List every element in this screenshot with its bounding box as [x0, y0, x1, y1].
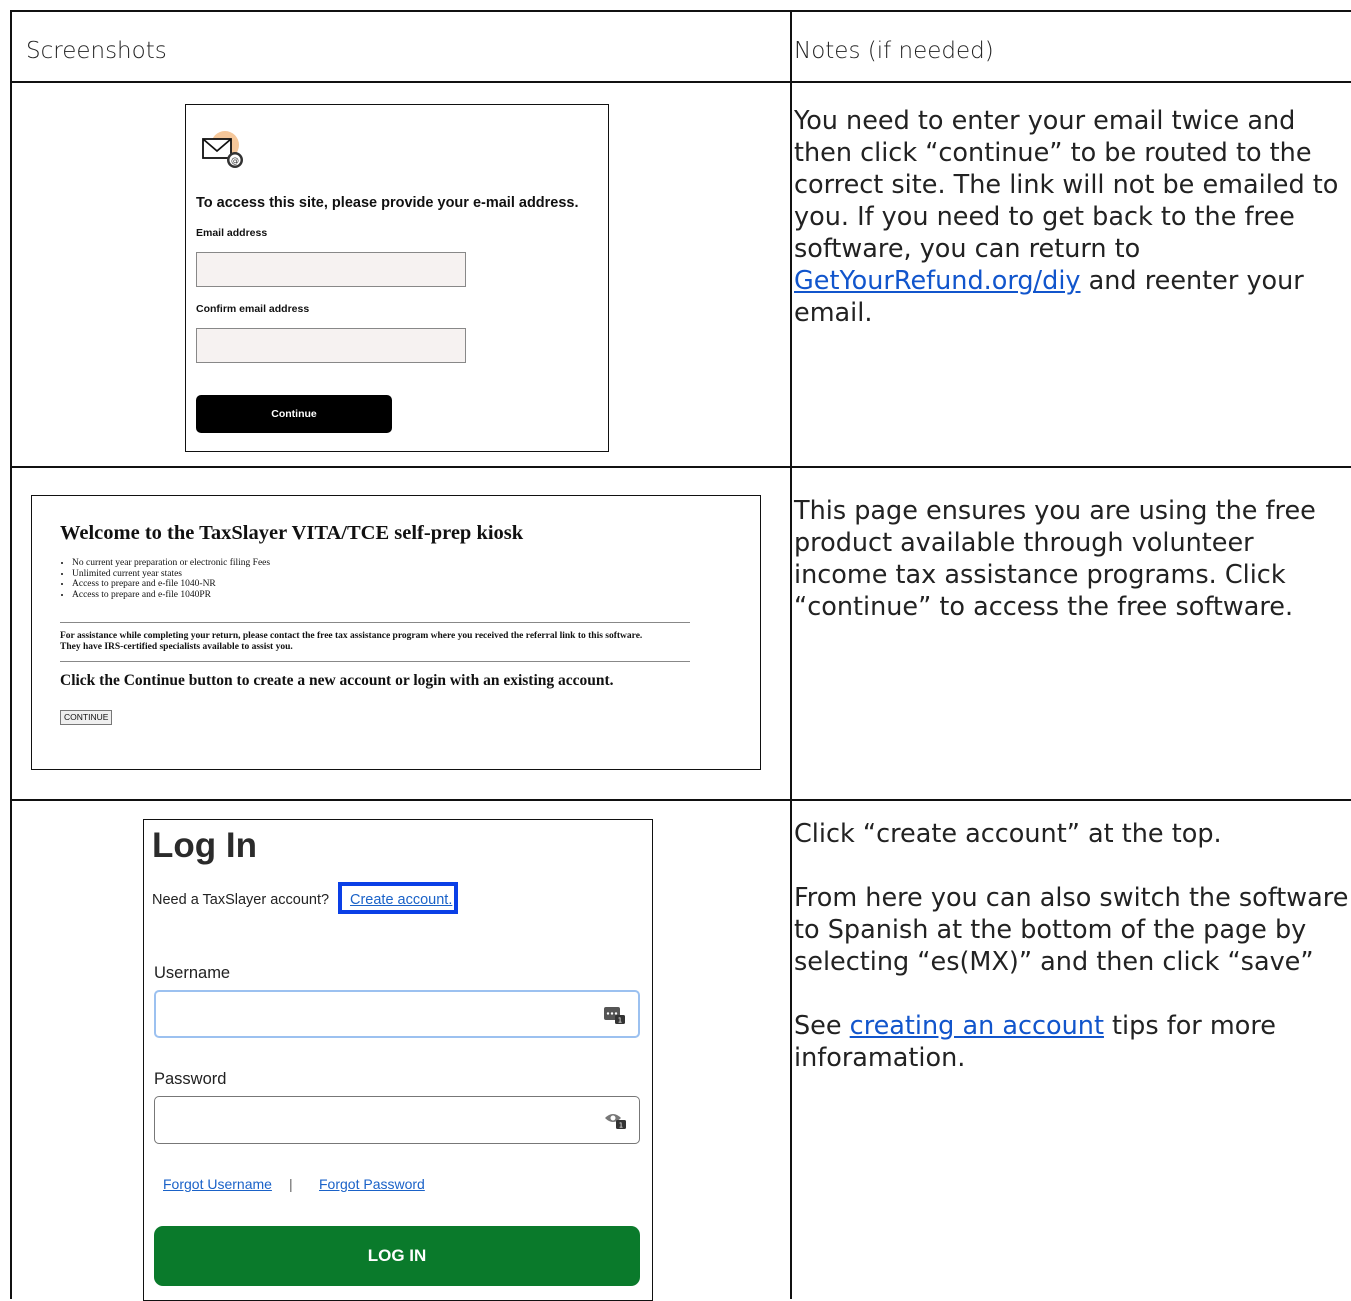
- email-label: Email address: [196, 227, 268, 239]
- divider: [60, 661, 690, 662]
- header-notes: Notes (if needed): [794, 38, 994, 64]
- list-item: No current year preparation or electroni…: [72, 558, 270, 569]
- list-item: Unlimited current year states: [72, 569, 270, 580]
- getyourrefund-link[interactable]: GetYourRefund.org/diy: [794, 266, 1081, 296]
- svg-text:1: 1: [619, 1122, 623, 1130]
- email-screenshot: @ To access this site, please provide yo…: [185, 104, 609, 452]
- divider: [60, 622, 690, 623]
- note-email: You need to enter your email twice and t…: [794, 105, 1351, 329]
- kiosk-screenshot: Welcome to the TaxSlayer VITA/TCE self-p…: [31, 495, 761, 770]
- email-field[interactable]: [196, 252, 466, 287]
- continue-button[interactable]: Continue: [196, 395, 392, 433]
- confirm-email-label: Confirm email address: [196, 303, 310, 315]
- row-divider: [12, 466, 1351, 468]
- confirm-email-field[interactable]: [196, 328, 466, 363]
- creating-account-link[interactable]: creating an account: [850, 1011, 1104, 1041]
- note-text: From here you can also switch the softwa…: [794, 883, 1349, 977]
- password-manager-icon[interactable]: 1: [604, 1005, 626, 1025]
- forgot-password-link[interactable]: Forgot Password: [319, 1176, 425, 1192]
- assistance-line: For assistance while completing your ret…: [60, 631, 643, 641]
- note-kiosk: This page ensures you are using the free…: [794, 496, 1316, 622]
- password-manager-icon[interactable]: 1: [605, 1110, 627, 1130]
- note-text: Click “create account” at the top.: [794, 819, 1222, 849]
- login-screenshot: Log In Need a TaxSlayer account? Create …: [143, 819, 653, 1301]
- kiosk-continue-button[interactable]: CONTINUE: [60, 710, 113, 725]
- forgot-username-link[interactable]: Forgot Username: [163, 1176, 272, 1192]
- assistance-text: For assistance while completing your ret…: [60, 631, 710, 653]
- password-input[interactable]: 1: [154, 1096, 640, 1144]
- need-account-text: Need a TaxSlayer account?: [152, 892, 330, 908]
- assistance-line: They have IRS-certified specialists avai…: [60, 642, 293, 652]
- header-screenshots: Screenshots: [26, 38, 167, 64]
- note-text: You need to enter your email twice and t…: [794, 106, 1339, 264]
- note-login: Click “create account” at the top. From …: [794, 818, 1351, 1074]
- list-item: Access to prepare and e-file 1040PR: [72, 590, 270, 601]
- note-text: See: [794, 1011, 850, 1041]
- kiosk-instruction: Click the Continue button to create a ne…: [60, 672, 614, 689]
- kiosk-feature-list: No current year preparation or electroni…: [60, 558, 270, 600]
- svg-text:1: 1: [618, 1017, 622, 1025]
- link-separator: |: [289, 1176, 293, 1192]
- login-title: Log In: [152, 826, 257, 865]
- email-prompt: To access this site, please provide your…: [196, 195, 579, 211]
- username-label: Username: [154, 964, 231, 982]
- svg-text:@: @: [231, 156, 239, 165]
- row-divider: [12, 81, 1351, 83]
- list-item: Access to prepare and e-file 1040-NR: [72, 579, 270, 590]
- kiosk-title: Welcome to the TaxSlayer VITA/TCE self-p…: [60, 522, 524, 544]
- envelope-at-icon: @: [200, 131, 248, 171]
- username-input[interactable]: 1: [154, 990, 640, 1038]
- row-divider: [12, 799, 1351, 801]
- login-button[interactable]: LOG IN: [154, 1226, 640, 1286]
- create-account-link[interactable]: Create account.: [350, 892, 452, 908]
- document-table: Screenshots Notes (if needed) @ To acces…: [10, 10, 1351, 1301]
- column-divider: [790, 12, 792, 1299]
- password-label: Password: [154, 1070, 227, 1088]
